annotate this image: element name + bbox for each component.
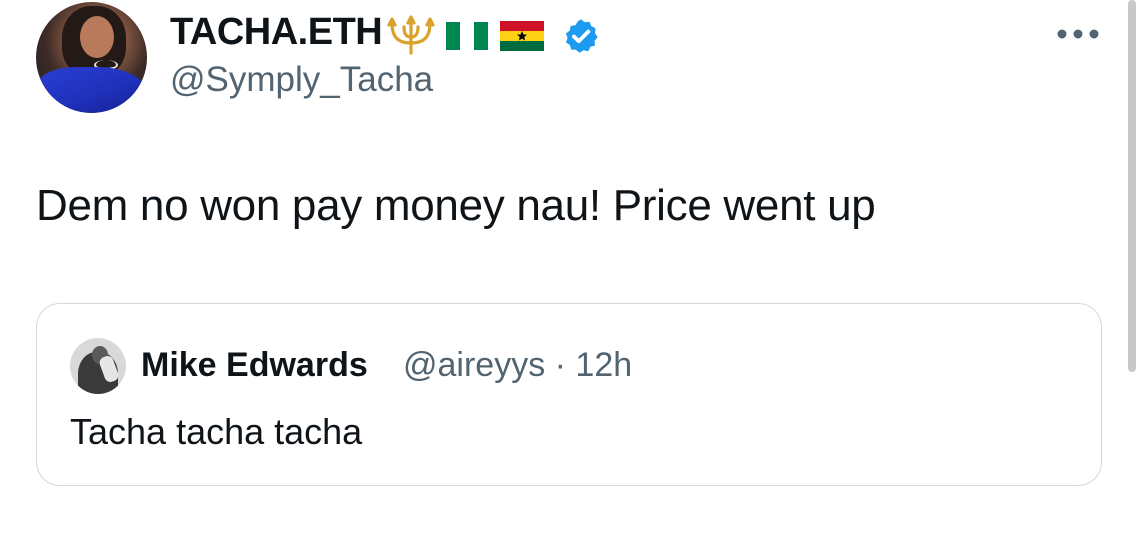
ghana-star-icon [517,31,527,41]
author-handle[interactable]: @Symply_Tacha [170,60,433,100]
scrollbar[interactable] [1128,0,1136,372]
ghana-flag-icon [500,21,544,51]
quoted-tweet-card[interactable]: Mike Edwards @aireyys · 12h Tacha tacha … [36,303,1102,486]
tweet-text: Dem no won pay money nau! Price went up [36,181,876,230]
quoted-author-handle-time: @aireyys · 12h [403,346,633,384]
author-avatar[interactable] [36,2,147,113]
quoted-author-name[interactable]: Mike Edwards [141,346,368,385]
avatar-dress [36,67,147,113]
quoted-tweet-text: Tacha tacha tacha [70,411,363,452]
verified-icon [565,19,598,53]
author-display-name[interactable]: TACHA.ETH [170,11,383,54]
avatar-face [80,16,114,58]
quoted-author-avatar[interactable] [70,338,126,394]
trident-icon [387,15,435,55]
nigeria-flag-icon [446,22,488,50]
more-options-icon[interactable] [1056,26,1100,42]
